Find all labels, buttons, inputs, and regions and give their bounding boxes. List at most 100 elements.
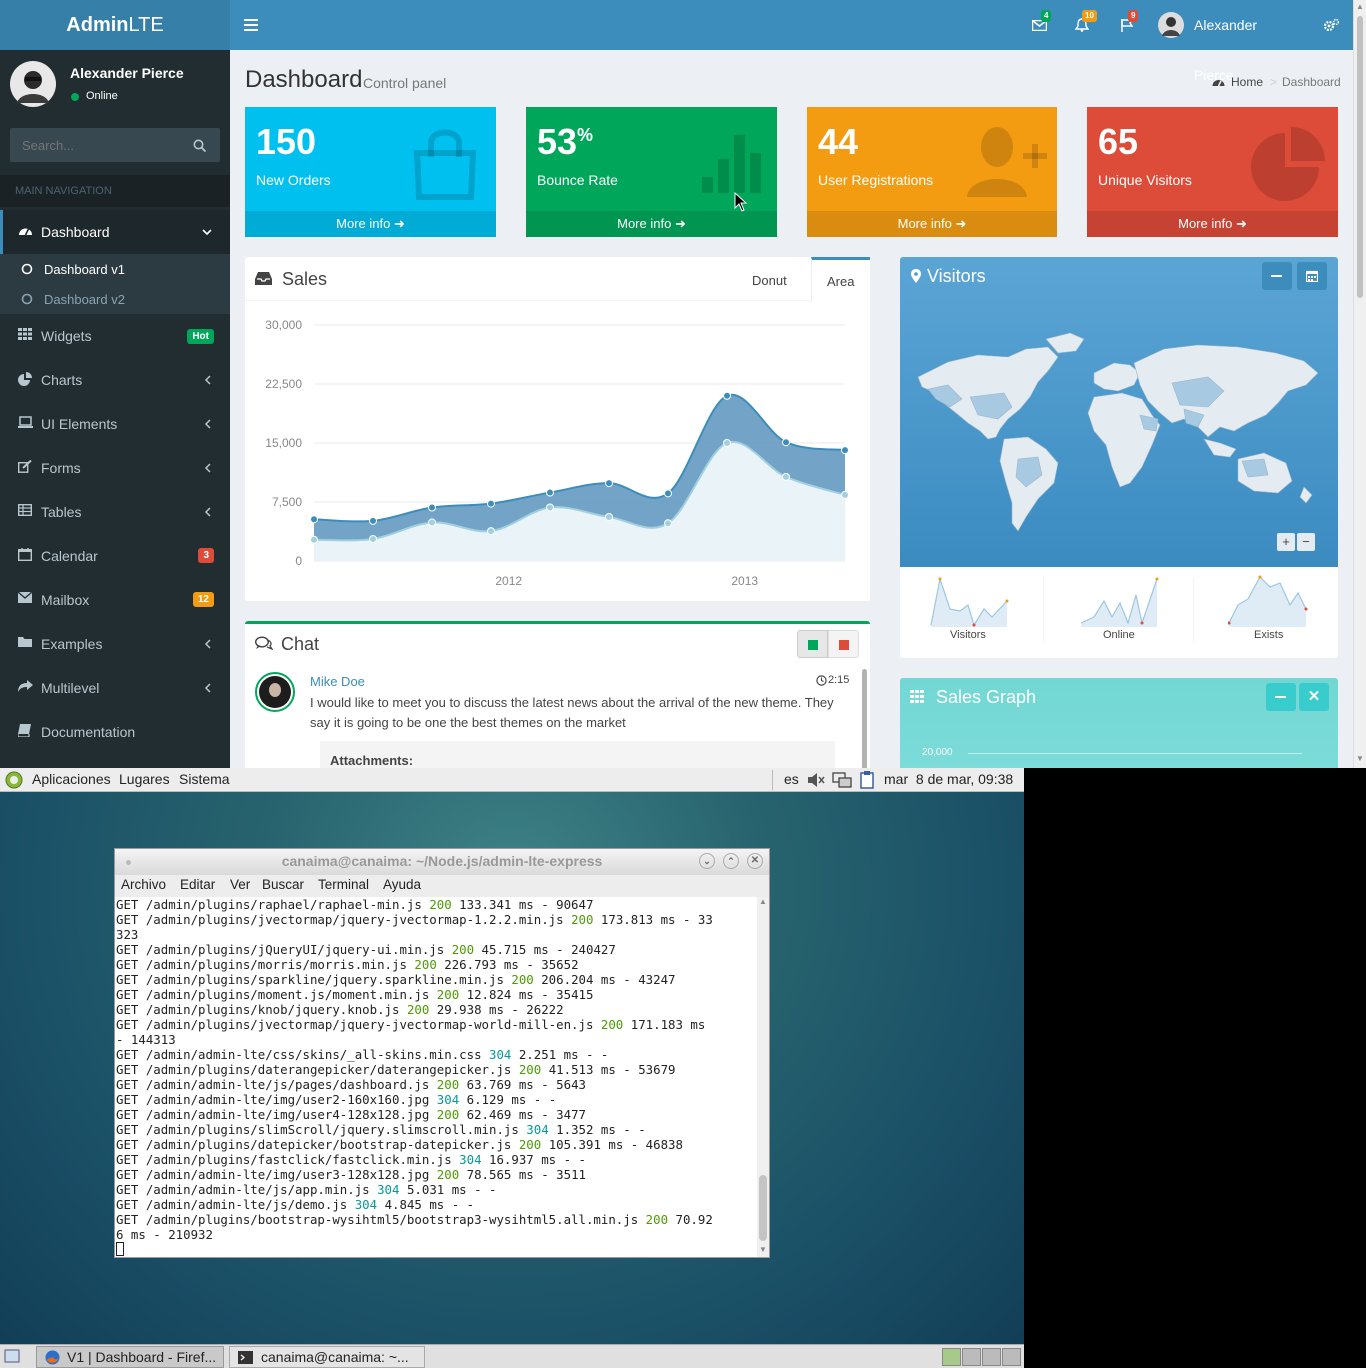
sidebar-item-dashboard-v2[interactable]: Dashboard v2 (0, 284, 230, 314)
tasks-button[interactable]: 9 (1113, 0, 1141, 50)
arrow-circle-right-icon: ➜ (1235, 216, 1247, 231)
scroll-down-icon[interactable]: ▼ (1356, 754, 1364, 763)
scrollbar-thumb[interactable] (1357, 16, 1363, 298)
page-title: Dashboard (245, 66, 363, 93)
comments-icon (255, 636, 273, 650)
terminal-titlebar[interactable]: canaima@canaima: ~/Node.js/admin-lte-exp… (115, 849, 769, 875)
sidebar-item-multilevel[interactable]: Multilevel (0, 666, 230, 710)
menu-sistema[interactable]: Sistema (179, 771, 230, 787)
scroll-up-icon[interactable]: ▲ (759, 897, 767, 906)
sidebar-item-ui-elements[interactable]: UI Elements (0, 402, 230, 446)
menu-editar[interactable]: Editar (180, 877, 215, 892)
sidebar-toggle-button[interactable] (240, 0, 262, 50)
sidebar-item-tables[interactable]: Tables (0, 490, 230, 534)
chat-author-link[interactable]: Mike Doe (310, 674, 365, 689)
user-menu[interactable]: Alexander Pierce (1158, 0, 1298, 83)
close-button[interactable]: ✕ (747, 853, 763, 869)
collapse-button[interactable] (1262, 262, 1292, 290)
terminal-line: GET /admin/admin-lte/js/pages/dashboard.… (116, 1077, 586, 1092)
y-tick-label: 15,000 (265, 436, 302, 450)
sidebar-item-calendar[interactable]: Calendar 3 (0, 534, 230, 578)
gridline (968, 753, 1302, 754)
sidebar-search-input[interactable] (10, 128, 185, 162)
control-sidebar-button[interactable] (1320, 0, 1342, 50)
more-info-link[interactable]: More info ➜ (526, 211, 777, 237)
tab-area[interactable]: Area (811, 257, 870, 301)
map-zoom-in-button[interactable]: + (1277, 533, 1295, 551)
workspace-switcher[interactable] (942, 1348, 1022, 1366)
system-logo-icon[interactable] (4, 771, 24, 789)
map-zoom-out-button[interactable]: − (1297, 533, 1315, 551)
maximize-button[interactable]: ⌃ (723, 853, 739, 869)
status-busy-button[interactable] (828, 630, 859, 658)
sidebar-item-dashboard[interactable]: Dashboard (0, 210, 230, 254)
app-logo[interactable]: AdminLTE (0, 0, 230, 50)
terminal-output[interactable]: GET /admin/plugins/raphael/raphael-min.j… (115, 897, 757, 1257)
more-info-link[interactable]: More info ➜ (1087, 211, 1338, 237)
page-scrollbar[interactable]: ▲ ▼ (1353, 0, 1366, 768)
minimize-button[interactable]: ⌄ (699, 853, 715, 869)
network-icon[interactable] (832, 772, 852, 788)
close-button[interactable]: ✕ (1299, 683, 1329, 711)
more-info-link[interactable]: More info ➜ (807, 211, 1057, 237)
menu-ayuda[interactable]: Ayuda (383, 877, 421, 892)
keyboard-layout[interactable]: es (784, 771, 799, 787)
stat-value: 150 (256, 121, 317, 162)
stat-value: 44 (818, 121, 859, 162)
envelope-icon (18, 592, 33, 603)
http-status-code: 200 (436, 1167, 460, 1182)
scroll-up-icon[interactable]: ▲ (1356, 2, 1364, 11)
more-info-link[interactable]: More info ➜ (245, 211, 496, 237)
chat-scrollbar[interactable] (862, 669, 867, 768)
status-online-button[interactable] (797, 630, 828, 658)
workspace-2[interactable] (962, 1348, 981, 1366)
data-point (487, 527, 495, 536)
messages-button[interactable]: 4 (1025, 0, 1053, 50)
scroll-down-icon[interactable]: ▼ (759, 1245, 767, 1254)
hamburger-icon (244, 19, 258, 31)
stat-label: Bounce Rate (537, 172, 618, 188)
workspace-3[interactable] (982, 1348, 1001, 1366)
volume-muted-icon[interactable] (807, 772, 825, 788)
sidebar-item-examples[interactable]: Examples (0, 622, 230, 666)
data-point (841, 446, 849, 455)
sidebar-item-documentation[interactable]: Documentation (0, 710, 230, 754)
menu-buscar[interactable]: Buscar (262, 877, 304, 892)
sidebar-item-label: Calendar (41, 548, 98, 564)
workspace-1[interactable] (942, 1348, 961, 1366)
data-point (782, 472, 790, 481)
scrollbar-thumb[interactable] (759, 1175, 767, 1241)
menu-aplicaciones[interactable]: Aplicaciones (32, 771, 111, 787)
menu-archivo[interactable]: Archivo (121, 877, 166, 892)
clock[interactable]: mar 8 de mar, 09:38 (884, 771, 1013, 787)
collapse-button[interactable] (1266, 683, 1296, 711)
workspace-4[interactable] (1002, 1348, 1021, 1366)
menu-ver[interactable]: Ver (230, 877, 250, 892)
dashboard-icon (19, 228, 32, 236)
terminal-line: GET /admin/plugins/jvectormap/jquery-jve… (116, 912, 713, 942)
show-desktop-icon[interactable] (4, 1349, 20, 1364)
book-icon (18, 724, 31, 737)
sidebar-item-forms[interactable]: Forms (0, 446, 230, 490)
clipboard-icon[interactable] (860, 771, 874, 789)
http-status-code: 200 (511, 972, 534, 987)
notifications-button[interactable]: 10 (1068, 0, 1097, 50)
sidebar-item-charts[interactable]: Charts (0, 358, 230, 402)
sidebar-item-label: Multilevel (41, 680, 100, 696)
sidebar-item-dashboard-v1[interactable]: Dashboard v1 (0, 254, 230, 284)
breadcrumb-home[interactable]: Home (1231, 75, 1263, 89)
date-range-button[interactable] (1297, 262, 1327, 290)
tab-donut[interactable]: Donut (752, 273, 787, 288)
sidebar-item-widgets[interactable]: Widgets Hot (0, 314, 230, 358)
window-menu-icon[interactable] (126, 860, 131, 865)
sidebar-item-mailbox[interactable]: Mailbox 12 (0, 578, 230, 622)
menu-terminal[interactable]: Terminal (318, 877, 369, 892)
menu-lugares[interactable]: Lugares (119, 771, 170, 787)
task-firefox[interactable]: V1 | Dashboard - Firef... (36, 1346, 224, 1368)
terminal-scrollbar[interactable]: ▲ ▼ (757, 897, 769, 1257)
terminal-line: GET /admin/admin-lte/css/skins/_all-skin… (116, 1047, 609, 1062)
task-terminal[interactable]: canaima@canaima: ~... (229, 1346, 425, 1368)
th-icon (18, 328, 32, 340)
search-icon[interactable] (193, 139, 206, 152)
sales-graph-box: Sales Graph ✕ 20,000 (900, 678, 1338, 768)
